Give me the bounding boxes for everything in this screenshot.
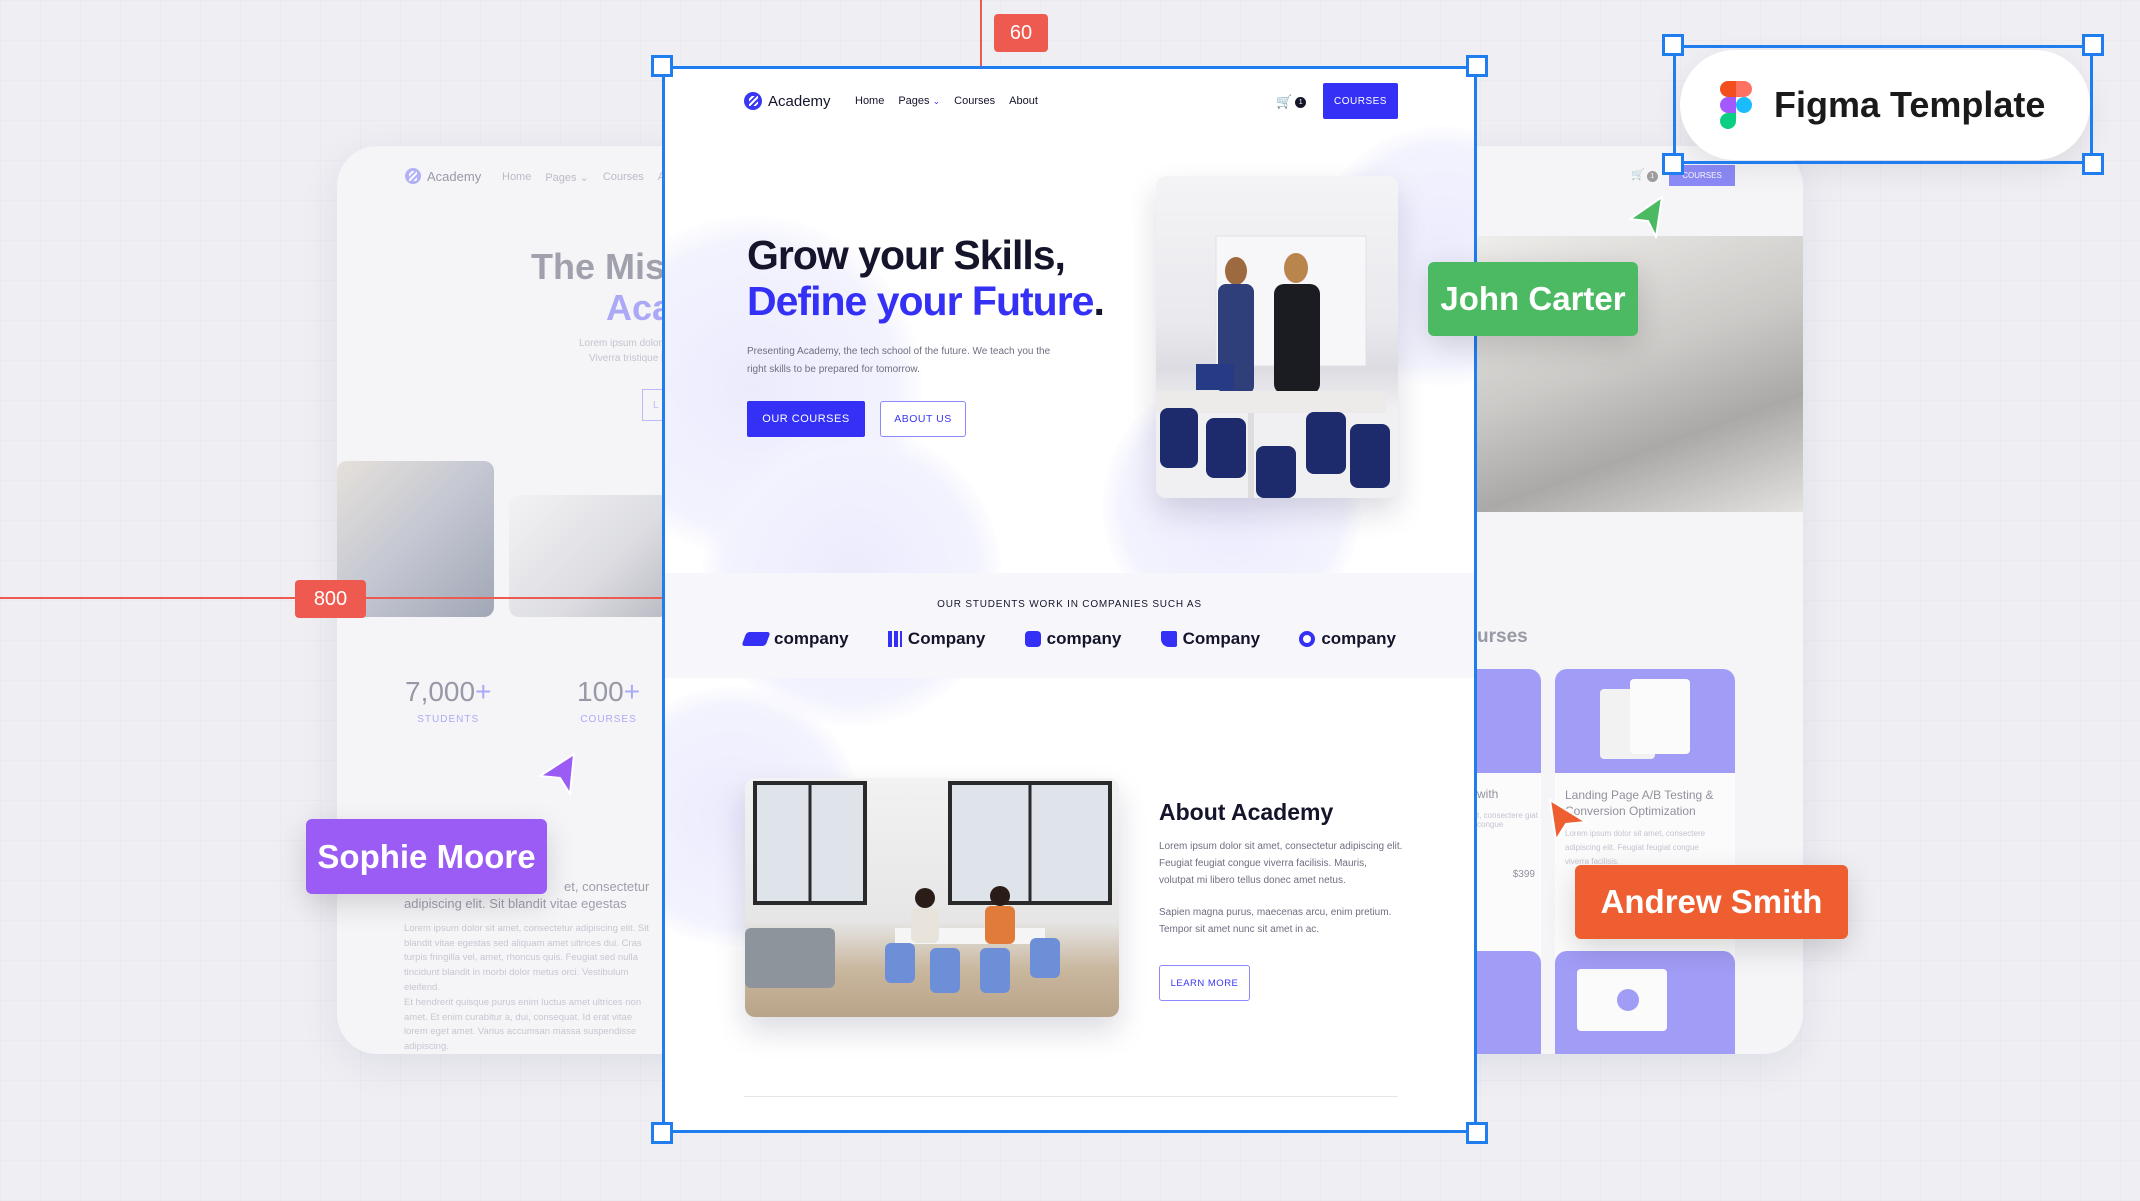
about-photo [745,778,1119,1017]
badge-handle-tl[interactable] [1662,34,1684,56]
companies-section: OUR STUDENTS WORK IN COMPANIES SUCH AS c… [662,573,1477,678]
back-nav-courses: Courses [602,171,644,183]
back-body-2: Et hendrerit quisque purus enim luctus a… [404,997,642,1053]
sophie-cursor-icon [538,752,576,796]
resize-handle-tr[interactable] [1466,55,1488,77]
stat-courses: 100+ COURSES [577,676,641,725]
hero-photo [1156,176,1398,498]
square-dot-logo-icon [1024,631,1041,647]
resize-handle-tl[interactable] [651,55,673,77]
academy-logo-icon [744,92,762,110]
back-sub-2: Viverra tristique la [589,353,669,364]
nav-courses[interactable]: Courses [954,95,995,107]
figma-logo-icon [1720,81,1752,129]
cart-count-badge: 1 [1295,96,1307,108]
nav-about[interactable]: About [1009,95,1038,107]
our-courses-button[interactable]: OUR COURSES [747,401,865,437]
resize-handle-br[interactable] [1466,1122,1488,1144]
back-nav: Home Pages ⌄ Courses About [502,171,687,184]
back-body-1: Lorem ipsum dolor sit amet, consectetur … [404,923,649,993]
main-page-frame[interactable]: Academy Home Pages ⌄ Courses About 🛒 1 C… [662,66,1477,1133]
brand-name: Academy [768,92,831,110]
andrew-smith-tag: Andrew Smith [1575,865,1848,939]
badge-handle-br[interactable] [2082,153,2104,175]
ring-logo-icon [1299,631,1316,647]
back-nav-home: Home [502,171,532,183]
left-measure-badge: 800 [295,580,366,618]
company-logo-5: company [1299,629,1396,649]
resize-handle-bl[interactable] [651,1122,673,1144]
company-logo-1: company [741,629,849,649]
hero-title-line1: Grow your Skills, [747,232,1066,278]
about-paragraph-2: Sapien magna purus, maecenas arcu, enim … [1159,907,1392,935]
about-paragraph-1: Lorem ipsum dolor sit amet, consectetur … [1159,841,1403,886]
course-card-4 [1555,951,1735,1054]
andrew-cursor-icon [1548,798,1588,842]
main-nav: Home Pages ⌄ Courses About [855,95,1038,107]
hero-title-line2: Define your Future. [747,278,1105,324]
back-sub-1: Lorem ipsum dolor si [579,338,672,349]
cart-button[interactable]: 🛒 1 [1276,94,1307,110]
back-brand-name: Academy [427,168,482,184]
badge-handle-bl[interactable] [1662,153,1684,175]
figma-template-badge[interactable]: Figma Template [1680,50,2090,160]
play-icon [1617,989,1639,1011]
cart-icon: 🛒 [1276,94,1293,109]
chevron-down-icon: ⌄ [932,96,941,106]
badge-handle-tr[interactable] [2082,34,2104,56]
diamond-logo-icon [741,632,771,646]
vertical-guide [980,0,982,66]
course-card-3 [1477,951,1541,1054]
courses-nav-button[interactable]: COURSES [1323,83,1398,119]
logo[interactable]: Academy [744,92,831,110]
back-cart-icon: 🛒 1 [1631,168,1658,182]
figma-badge-label: Figma Template [1774,84,2046,125]
bars-logo-icon [887,631,902,647]
company-logo-2: Company [887,629,985,649]
back-nav-pages: Pages ⌄ [545,172,589,184]
company-logos: company Company company Company company [741,629,1396,649]
company-logo-3: company [1024,629,1121,649]
academy-logo-icon [405,168,421,184]
hero-subtitle: Presenting Academy, the tech school of t… [747,346,1051,375]
sophie-moore-tag: Sophie Moore [306,819,547,894]
nav-home[interactable]: Home [855,95,884,107]
tab-logo-icon [1160,631,1177,647]
about-title: About Academy [1159,799,1334,825]
back-section-title: urses [1477,626,1528,647]
about-us-button[interactable]: ABOUT US [880,401,966,437]
nav-pages[interactable]: Pages ⌄ [898,95,940,107]
learn-more-button[interactable]: LEARN MORE [1159,965,1250,1001]
company-logo-4: Company [1160,629,1260,649]
footer-divider [744,1096,1398,1097]
companies-heading: OUR STUDENTS WORK IN COMPANIES SUCH AS [937,599,1202,610]
top-measure-badge: 60 [994,14,1048,52]
john-cursor-icon [1628,195,1664,239]
back-logo: Academy [405,168,481,184]
stat-students: 7,000+ STUDENTS [405,676,492,725]
john-carter-tag: John Carter [1428,262,1638,336]
